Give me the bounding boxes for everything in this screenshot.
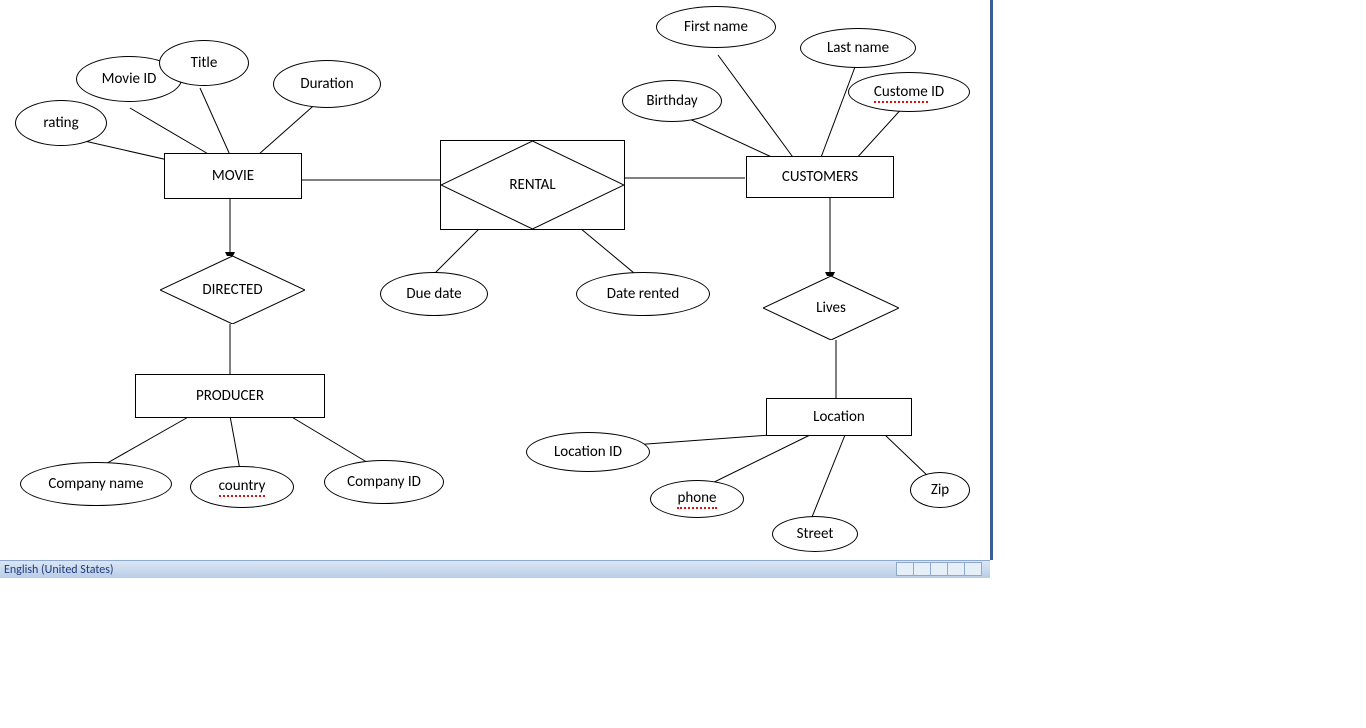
attr-title: Title [159,40,249,86]
attr-date-rented-label: Date rented [607,285,679,303]
view-buttons [897,562,982,576]
attr-date-rented: Date rented [576,272,710,316]
outline-view-button[interactable] [947,562,965,576]
attr-company-name: Company name [20,462,172,506]
entity-location: Location [766,398,912,436]
relationship-lives-label: Lives [816,299,846,317]
relationship-rental: RENTAL [440,140,625,230]
attr-due-date: Due date [380,272,488,316]
attr-due-date-label: Due date [406,285,461,303]
attr-location-id-label: Location ID [554,443,622,461]
entity-customers: CUSTOMERS [746,156,894,198]
entity-location-label: Location [813,408,865,426]
attr-company-id: Company ID [324,460,444,504]
attr-company-id-label: Company ID [347,473,421,491]
attr-street: Street [772,516,858,552]
attr-rating-label: rating [43,114,78,132]
attr-location-id: Location ID [526,432,650,472]
relationship-rental-label: RENTAL [509,176,555,194]
attr-movie-id-label: Movie ID [102,70,157,88]
web-layout-view-button[interactable] [930,562,948,576]
attr-zip-label: Zip [931,481,949,499]
entity-customers-label: CUSTOMERS [782,168,858,186]
attr-birthday: Birthday [622,80,722,122]
relationship-directed: DIRECTED [160,256,305,324]
attr-custome-id-label: Custome ID [874,83,944,101]
relationship-lives: Lives [763,276,899,340]
attr-first-name: First name [656,6,776,48]
entity-movie-label: MOVIE [212,167,254,185]
diagram-canvas: MOVIE rating Movie ID Title Duration REN… [0,0,993,560]
full-screen-reading-view-button[interactable] [913,562,931,576]
attr-title-label: Title [191,54,218,72]
attr-zip: Zip [910,472,970,508]
attr-phone: phone [650,480,744,518]
draft-view-button[interactable] [964,562,982,576]
attr-country-label: country [219,477,266,497]
attr-last-name: Last name [800,28,916,68]
attr-duration: Duration [273,60,381,108]
attr-country: country [190,466,294,508]
relationship-directed-label: DIRECTED [202,281,262,299]
attr-birthday-label: Birthday [646,92,697,110]
attr-last-name-label: Last name [827,39,889,57]
attr-first-name-label: First name [684,18,748,36]
attr-rating: rating [15,100,107,146]
attr-custome-id: Custome ID [848,72,970,112]
entity-producer-label: PRODUCER [196,387,264,405]
status-language: English (United States) [0,563,114,577]
attr-duration-label: Duration [300,75,353,93]
entity-producer: PRODUCER [135,374,325,418]
attr-company-name-label: Company name [48,475,143,493]
print-layout-view-button[interactable] [896,562,914,576]
attr-phone-label: phone [677,489,716,509]
status-bar: English (United States) [0,560,990,578]
attr-street-label: Street [797,525,834,543]
entity-movie: MOVIE [164,153,302,199]
